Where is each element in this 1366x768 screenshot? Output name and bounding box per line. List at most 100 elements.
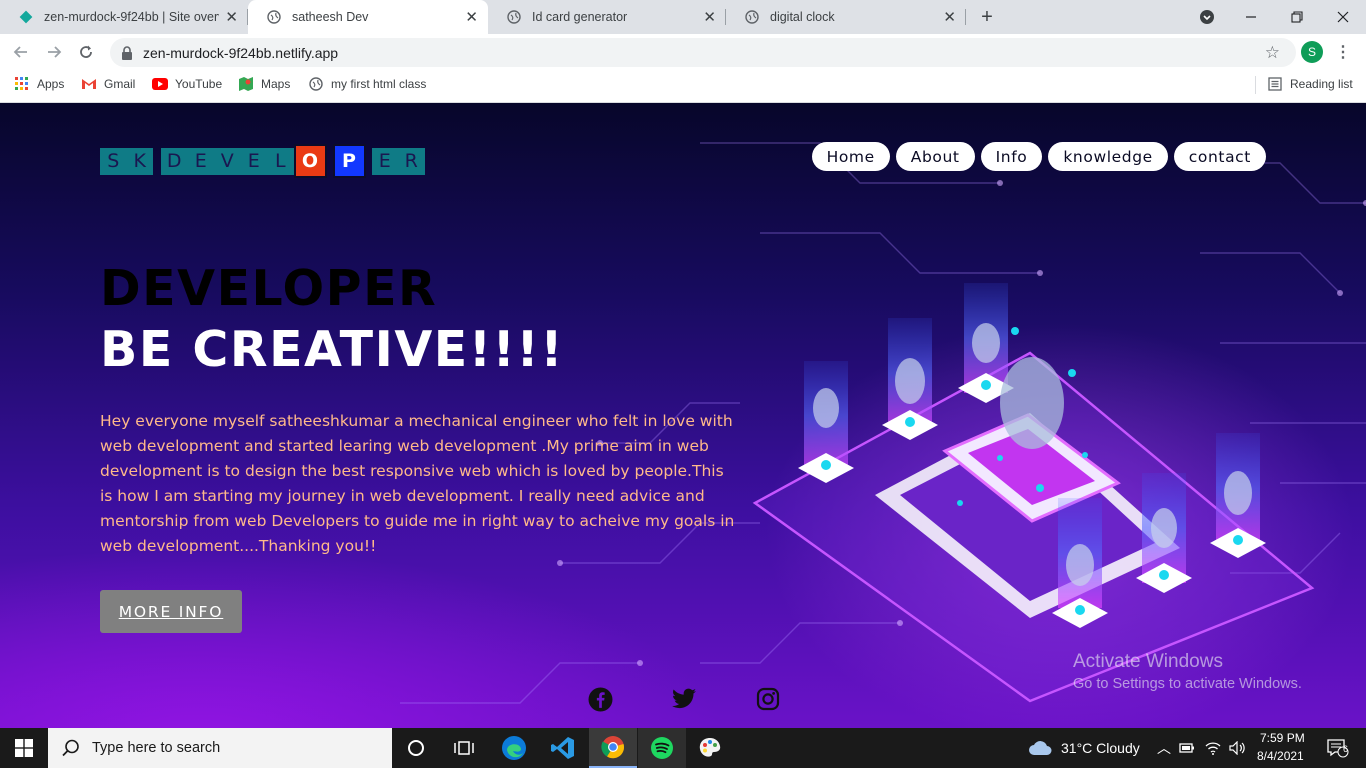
task-view-button[interactable] [440,728,488,768]
edge-icon [502,736,526,760]
close-tab-icon[interactable]: ✕ [225,8,238,26]
logo-letter: D [161,147,188,175]
tab-title: Id card generator [532,10,628,24]
task-view-icon [454,741,474,755]
nav-info[interactable]: Info [980,142,1043,171]
chevron-up-icon[interactable]: ︿ [1157,738,1171,758]
close-window-button[interactable] [1320,0,1366,34]
back-button[interactable] [9,40,33,64]
forward-button[interactable] [42,40,66,64]
logo-letter: L [267,147,294,175]
globe-icon [506,9,522,25]
globe-icon [266,9,282,25]
restore-icon [1291,11,1303,23]
clock-time[interactable]: 7:59 PM [1260,731,1305,745]
hero-intro: Hey everyone myself satheeshkumar a mech… [100,412,735,555]
bookmark-gmail[interactable]: Gmail [81,70,135,98]
nav-knowledge[interactable]: knowledge [1048,142,1168,171]
reload-button[interactable] [74,40,98,64]
tab-title: satheesh Dev [292,10,369,24]
bookmark-label: YouTube [175,77,223,91]
logo-letter: E [187,147,214,175]
edge-app-button[interactable] [490,728,538,768]
weather-button[interactable] [1020,728,1060,768]
chrome-icon [601,736,625,759]
paint-app-button[interactable] [686,728,734,768]
search-icon [62,739,79,757]
cortana-button[interactable] [392,728,440,768]
instagram-icon[interactable] [755,686,781,712]
globe-icon [308,76,324,92]
logo-letter-highlight: O [293,144,327,178]
start-button[interactable] [0,728,48,768]
activate-windows-subtitle: Go to Settings to activate Windows. [1073,676,1302,692]
logo-letter: S [100,147,127,175]
reload-icon [80,45,92,58]
minimize-icon [1246,16,1256,18]
globe-icon [744,9,760,25]
volume-icon[interactable] [1226,728,1250,768]
new-tab-button[interactable]: + [976,4,998,30]
browser-toolbar: zen-murdock-9f24bb.netlify.app ☆ S ⋮ [0,34,1366,70]
arrow-right-icon [48,46,62,58]
cortana-icon [408,740,424,756]
nav-contact[interactable]: contact [1173,142,1266,171]
chrome-app-button[interactable] [589,728,637,768]
facebook-icon[interactable] [587,686,613,712]
close-icon [1337,11,1349,23]
lock-icon[interactable] [120,45,134,60]
tab-strip: zen-murdock-9f24bb | Site overv ✕ sathee… [0,0,1366,34]
minimize-button[interactable] [1228,0,1274,34]
address-bar[interactable]: zen-murdock-9f24bb.netlify.app ☆ [110,38,1296,67]
tab-title: zen-murdock-9f24bb | Site overv [44,10,220,24]
arrow-left-icon [13,46,27,58]
reading-list-label: Reading list [1290,77,1353,91]
more-info-button[interactable]: MORE INFO [100,590,242,633]
site-logo[interactable]: S K D E V E L O P E R [100,144,425,178]
close-tab-icon[interactable]: ✕ [703,8,716,26]
bookmark-maps[interactable]: Maps [238,70,290,98]
tab-id-card-generator[interactable]: Id card generator ✕ [488,0,726,34]
chevron-down-icon [1200,10,1214,24]
notification-center-button[interactable]: 6 [1318,728,1358,768]
bookmark-apps[interactable]: Apps [14,70,64,98]
logo-letter-highlight: P [332,144,366,178]
tab-search-button[interactable] [1184,0,1230,34]
vscode-app-button[interactable] [539,728,587,768]
taskbar-search-box[interactable]: Type here to search [48,728,392,768]
nav-home[interactable]: Home [811,142,890,171]
bookmark-youtube[interactable]: YouTube [152,70,222,98]
nav-about[interactable]: About [895,142,975,171]
restore-button[interactable] [1274,0,1320,34]
bookmark-label: my first html class [331,77,427,91]
windows-logo-icon [15,739,33,757]
spotify-icon [651,737,673,759]
bookmark-label: Gmail [104,77,136,91]
gmail-icon [81,76,97,92]
hero-heading: DEVELOPER [100,260,438,317]
logo-letter: E [240,147,267,175]
tab-netlify[interactable]: zen-murdock-9f24bb | Site overv ✕ [0,0,248,34]
clock-date[interactable]: 8/4/2021 [1257,749,1304,763]
logo-letter: V [214,147,241,175]
paint-palette-icon [699,738,721,757]
battery-icon[interactable] [1175,728,1199,768]
weather-text[interactable]: 31°C Cloudy [1061,740,1140,756]
close-tab-icon[interactable]: ✕ [465,8,478,26]
twitter-icon[interactable] [671,686,697,712]
tab-digital-clock[interactable]: digital clock ✕ [726,0,966,34]
menu-icon[interactable]: ⋮ [1335,42,1351,62]
url-text[interactable]: zen-murdock-9f24bb.netlify.app [143,45,338,61]
bookmark-first-html-class[interactable]: my first html class [308,70,426,98]
bookmark-label: Maps [261,77,291,91]
spotify-app-button[interactable] [638,728,686,768]
close-tab-icon[interactable]: ✕ [943,8,956,26]
windows-taskbar: Type here to search 31°C Cloudy ︿ 7:59 P… [0,728,1366,768]
activate-windows-title: Activate Windows [1073,651,1223,672]
profile-avatar[interactable]: S [1301,41,1323,63]
bookmark-star-icon[interactable]: ☆ [1265,43,1280,63]
tab-satheesh-dev[interactable]: satheesh Dev ✕ [248,0,488,34]
vscode-icon [551,737,574,759]
reading-list-button[interactable]: Reading list [1267,70,1353,98]
wifi-icon[interactable] [1201,728,1225,768]
